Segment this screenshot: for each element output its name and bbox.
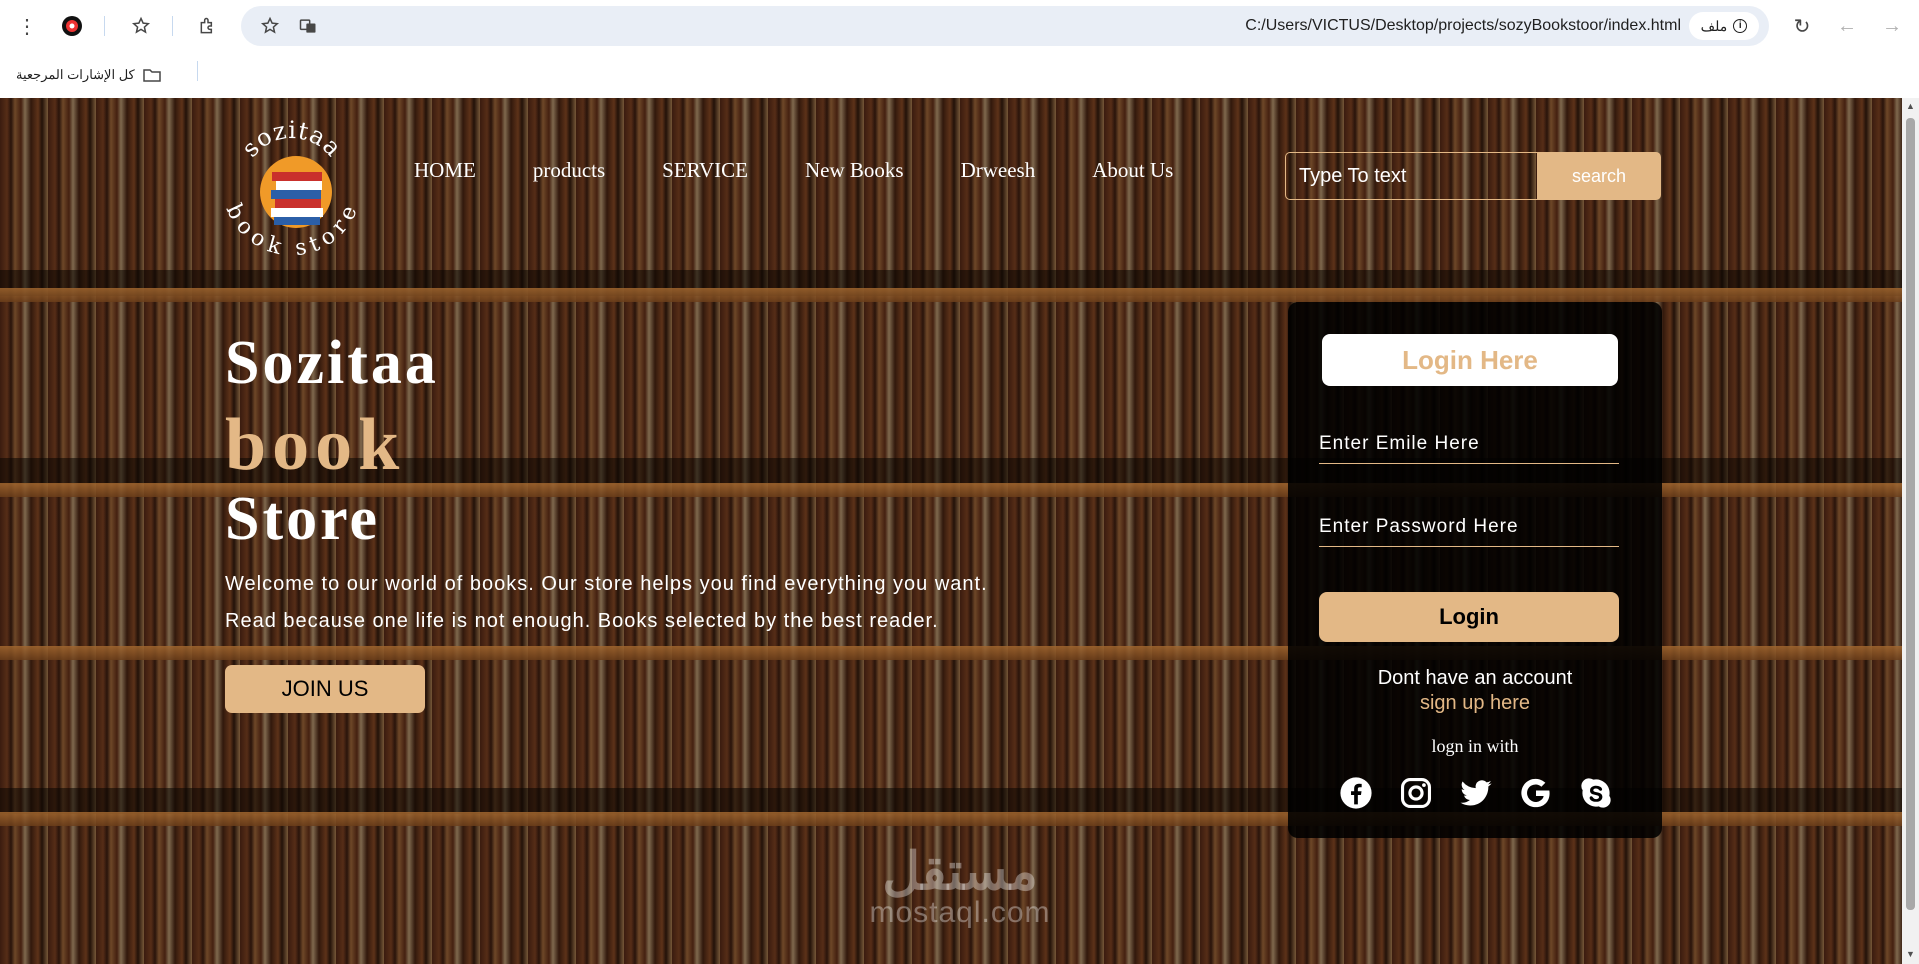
join-us-button[interactable]: JOIN US <box>225 665 425 713</box>
page-scrollbar[interactable]: ▲ ▼ <box>1902 98 1919 964</box>
bookmarks-separator <box>197 61 198 81</box>
all-bookmarks-label: كل الإشارات المرجعية <box>16 67 135 82</box>
forward-icon[interactable]: ← <box>1832 11 1862 41</box>
instagram-icon[interactable] <box>1398 775 1434 811</box>
hero-description: Welcome to our world of books. Our store… <box>225 566 988 640</box>
skype-icon[interactable] <box>1578 775 1614 811</box>
main-nav: HOME products SERVICE New Books Drweesh … <box>414 158 1230 183</box>
facebook-icon[interactable] <box>1338 775 1374 811</box>
menu-dots-icon[interactable]: ⋮ <box>12 11 42 41</box>
logo[interactable]: sozitaa book store <box>222 116 362 256</box>
login-button[interactable]: Login <box>1319 592 1619 642</box>
hero-desc-line2: Read because one life is not enough. Boo… <box>225 610 939 632</box>
no-account-text: Dont have an account <box>1377 667 1573 689</box>
logo-top-text: sozitaa <box>236 116 347 162</box>
reload-icon[interactable]: ↻ <box>1787 11 1817 41</box>
address-bar[interactable]: C:/Users/VICTUS/Desktop/projects/sozyBoo… <box>241 6 1769 46</box>
translate-icon[interactable] <box>294 12 322 40</box>
bookmarks-bar: كل الإشارات المرجعية <box>0 52 1919 98</box>
nav-new-books[interactable]: New Books <box>805 158 904 183</box>
page-viewport: sozitaa book store HOME products SERVICE… <box>0 98 1902 964</box>
login-card: Login Here <box>1288 302 1662 838</box>
watermark: مستقل mostaql.com <box>842 846 1078 928</box>
back-icon[interactable]: → <box>1877 11 1907 41</box>
nav-about-us[interactable]: About Us <box>1092 158 1173 183</box>
google-icon[interactable] <box>1518 775 1554 811</box>
nav-home[interactable]: HOME <box>414 158 476 183</box>
all-bookmarks-item[interactable]: كل الإشارات المرجعية <box>16 63 161 87</box>
extensions-icon[interactable] <box>193 11 223 41</box>
bookmark-star-icon[interactable] <box>256 12 284 40</box>
password-field[interactable] <box>1319 507 1619 547</box>
watermark-arabic: مستقل <box>882 843 1038 901</box>
search-bar: search <box>1285 152 1661 200</box>
folder-icon <box>142 69 161 82</box>
twitter-icon[interactable] <box>1458 775 1494 811</box>
hero-title-line1: Sozitaa <box>225 329 439 397</box>
browser-toolbar: ⋮ C:/Users/VICTUS/Desktop/projects/sozyB… <box>0 0 1919 52</box>
social-login-icons <box>1338 775 1614 811</box>
email-field[interactable] <box>1319 424 1619 464</box>
site-info-chip[interactable]: ملف i <box>1689 12 1759 40</box>
toolbar-separator <box>104 16 105 36</box>
hero-desc-line1: Welcome to our world of books. Our store… <box>225 573 988 595</box>
nav-drweesh[interactable]: Drweesh <box>961 158 1036 183</box>
info-icon: i <box>1733 19 1748 33</box>
search-button[interactable]: search <box>1537 152 1661 200</box>
search-input[interactable] <box>1285 152 1537 200</box>
login-with-text: logn in with <box>1431 736 1519 756</box>
scroll-down-icon[interactable]: ▼ <box>1906 950 1915 959</box>
file-chip-label: ملف <box>1700 17 1728 34</box>
scroll-thumb[interactable] <box>1906 118 1915 910</box>
nav-products[interactable]: products <box>533 158 605 183</box>
signup-link[interactable]: sign up here <box>1288 692 1662 715</box>
toolbar-separator <box>172 16 173 36</box>
url-text[interactable]: C:/Users/VICTUS/Desktop/projects/sozyBoo… <box>1245 6 1681 46</box>
scroll-up-icon[interactable]: ▲ <box>1906 102 1915 111</box>
svg-text:sozitaa: sozitaa <box>236 116 348 162</box>
watermark-latin: mostaql.com <box>869 896 1051 929</box>
nav-service[interactable]: SERVICE <box>662 158 748 183</box>
login-title: Login Here <box>1322 334 1618 386</box>
bookmark-star-list-icon[interactable] <box>126 11 156 41</box>
profile-avatar-icon[interactable] <box>57 11 87 41</box>
shelf-decor <box>0 288 1902 302</box>
hero-title-line3: Store <box>225 485 381 553</box>
browser-chrome: ⋮ C:/Users/VICTUS/Desktop/projects/sozyB… <box>0 0 1919 98</box>
hero-title-line2: book <box>225 404 406 486</box>
